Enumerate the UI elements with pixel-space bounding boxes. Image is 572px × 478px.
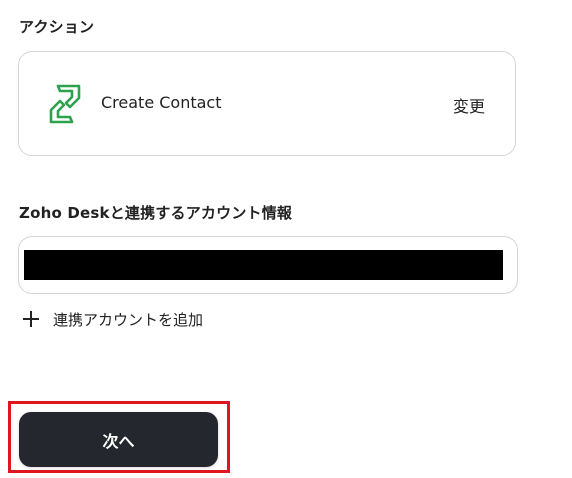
account-section-label: Zoho Deskと連携するアカウント情報 xyxy=(19,204,293,222)
add-account-label: 連携アカウントを追加 xyxy=(53,310,204,329)
next-button[interactable]: 次へ xyxy=(19,412,218,467)
action-name: Create Contact xyxy=(101,93,222,112)
plus-icon xyxy=(22,310,40,328)
add-account-link[interactable]: 連携アカウントを追加 xyxy=(22,307,203,331)
zoho-desk-icon xyxy=(49,84,81,124)
action-section-label: アクション xyxy=(19,18,95,36)
page: アクション Create Contact 変更 Zoho Deskと連携するアカ… xyxy=(0,0,572,478)
action-card: Create Contact 変更 xyxy=(18,51,516,156)
account-select[interactable] xyxy=(18,236,518,294)
change-action-button[interactable]: 変更 xyxy=(453,93,485,117)
account-value-redacted xyxy=(24,250,503,280)
